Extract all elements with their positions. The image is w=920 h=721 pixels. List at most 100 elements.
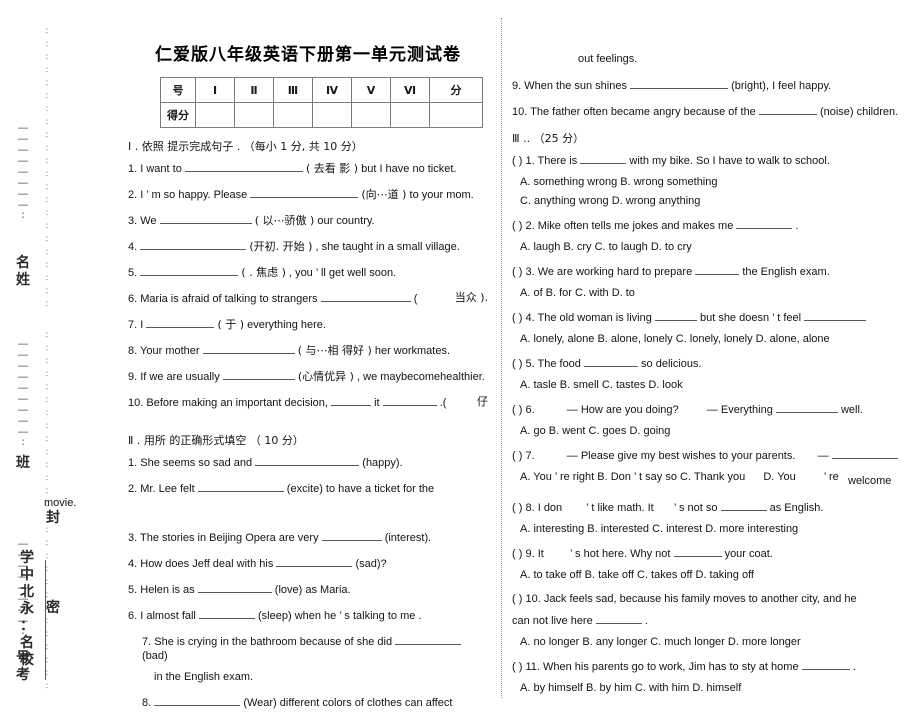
s2q8-num: 8.: [142, 697, 152, 709]
q7-blank[interactable]: [146, 317, 215, 328]
s3q5-stem-a: The food: [537, 358, 581, 370]
section-1-question-6: 当众 ). 6. Maria is afraid of talking to s…: [128, 291, 488, 306]
s3q1-blank[interactable]: [580, 153, 627, 164]
s3q1-marker[interactable]: ( ): [512, 155, 522, 167]
s3q5-blank[interactable]: [583, 356, 638, 367]
q3-blank[interactable]: [159, 213, 252, 224]
s3q3-blank[interactable]: [695, 264, 740, 275]
q3-num: 3.: [128, 215, 138, 227]
score-cell-3[interactable]: [273, 102, 313, 128]
s3q11-marker[interactable]: ( ): [512, 661, 522, 673]
q10-num: 10.: [128, 397, 144, 409]
section-2-question-7-cont: in the English exam.: [128, 670, 488, 684]
exam-page: ∶ ∶ ∶ ∶ ∶ ∶ ∶ ∶ ∶ ∶ ∶ ∶ ∶ ∶ ∶ ∶ ∶ ∶ ∶ ∶ ∶ ∶ — — — — — — — — ∶ 名 姓 — — —…: [0, 0, 920, 715]
s3q3-marker[interactable]: ( ): [512, 266, 522, 278]
s3q4-options-line-1[interactable]: A. lonely, alone B. alone, lonely C. lon…: [520, 332, 916, 346]
score-cell-5[interactable]: [351, 102, 391, 128]
s3q2-stem-a: Mike often tells me jokes and makes me: [537, 220, 734, 232]
section-3-question-11: ( ) 11. When his parents go to work, Jim…: [512, 659, 916, 674]
score-cell-4[interactable]: [312, 102, 352, 128]
score-cell-total[interactable]: [429, 102, 483, 128]
s2q1-blank[interactable]: [255, 455, 360, 466]
s3q6-blank[interactable]: [775, 402, 838, 413]
s3q7-options-line-1[interactable]: A. You ’ re right B. Don ’ t say so C. T…: [520, 471, 745, 483]
s3q5-marker[interactable]: ( ): [512, 358, 522, 370]
s3q1-options-line-1[interactable]: A. something wrong B. wrong something: [520, 175, 916, 189]
q9-text-b: , we maybecomehealthier.: [357, 371, 485, 383]
s3q11-blank[interactable]: [801, 659, 850, 670]
s3q8-blank[interactable]: [720, 500, 767, 511]
section-1-question-7: 7. I ( 于 ) everything here.: [128, 317, 488, 332]
s2q9-blank[interactable]: [630, 78, 729, 89]
q5-blank[interactable]: [140, 265, 239, 276]
s3q2-blank[interactable]: [736, 218, 793, 229]
s3q7-answer-fragment: ’ re: [824, 471, 839, 484]
s3q4-stem-b: but she doesn: [699, 312, 770, 324]
score-cell-1[interactable]: [195, 102, 235, 128]
section-2-question-6: 6. I almost fall (sleep) when he ’ s tal…: [128, 608, 488, 623]
s2q4-blank[interactable]: [276, 556, 353, 567]
q8-blank[interactable]: [202, 343, 295, 354]
s2q10-blank[interactable]: [758, 104, 817, 115]
section-1-question-5: 5. ( . 焦虑 ) , you ’ ll get well soon.: [128, 265, 488, 280]
s3q9-marker[interactable]: ( ): [512, 548, 522, 560]
s3q10-stem-a: Jack feels sad, because his family moves…: [543, 593, 857, 605]
s3q10-marker[interactable]: ( ): [512, 593, 522, 605]
section-3-question-4: ( ) 4. The old woman is living but she d…: [512, 310, 916, 325]
s3q4-stem-c: ’ t feel: [772, 312, 802, 324]
s3q11-options-line-1[interactable]: A. by himself B. by him C. with him D. h…: [520, 681, 916, 695]
q9-blank[interactable]: [222, 369, 295, 380]
q2-hint: (向⋯道 ): [361, 188, 407, 201]
s3q3-options-line-1[interactable]: A. of B. for C. with D. to: [520, 286, 916, 300]
s3q6-options-line-1[interactable]: A. go B. went C. goes D. going: [520, 424, 916, 438]
s3q4-marker[interactable]: ( ): [512, 312, 522, 324]
s2q8-text-c: out feelings.: [578, 53, 638, 65]
s3q10-options-line-1[interactable]: A. no longer B. any longer C. much longe…: [520, 635, 916, 649]
s3q7-marker[interactable]: ( ): [512, 450, 522, 462]
s2q9-text-b: (bright), I feel happy.: [731, 80, 832, 92]
s3q2-options-line-1[interactable]: A. laugh B. cry C. to laugh D. to cry: [520, 240, 916, 254]
q1-text-a: I want to: [140, 163, 182, 175]
section-2-question-7: 7. She is crying in the bathroom because…: [128, 634, 488, 663]
q1-blank[interactable]: [184, 161, 303, 172]
s2q3-blank[interactable]: [321, 530, 382, 541]
s2q5-text-a: Helen is as: [140, 584, 195, 596]
section-2-question-4: 4. How does Jeff deal with his (sad)?: [128, 556, 488, 571]
s2q6-blank[interactable]: [198, 608, 255, 619]
s3q7-blank[interactable]: [831, 448, 898, 459]
score-cell-2[interactable]: [234, 102, 274, 128]
s3q7-stem-a: — Please give my best wishes to your par…: [566, 450, 796, 462]
s2q10-num: 10.: [512, 106, 528, 118]
q10-blank-2[interactable]: [382, 395, 437, 406]
s3q4-blank-2[interactable]: [804, 310, 867, 321]
s2q5-blank[interactable]: [197, 582, 272, 593]
s2q2-blank[interactable]: [197, 481, 284, 492]
section-2-question-9: 9. When the sun shines (bright), I feel …: [512, 78, 916, 93]
q4-num: 4.: [128, 241, 138, 253]
section-3-question-1: ( ) 1. There is with my bike. So I have …: [512, 153, 916, 168]
s3q9-options-line-1[interactable]: A. to take off B. take off C. takes off …: [520, 568, 916, 582]
s3q2-marker[interactable]: ( ): [512, 220, 522, 232]
s3q6-marker[interactable]: ( ): [512, 404, 522, 416]
s3q5-options-line-1[interactable]: A. tasle B. smell C. tastes D. look: [520, 378, 916, 392]
section-2-question-5: 5. Helen is as (love) as Maria.: [128, 582, 488, 597]
s2q8-blank[interactable]: [154, 695, 241, 706]
q2-text-b: to your mom.: [409, 189, 474, 201]
score-cell-6[interactable]: [390, 102, 430, 128]
q6-blank[interactable]: [320, 291, 411, 302]
s3q9-blank[interactable]: [673, 546, 722, 557]
s3q4-blank-1[interactable]: [654, 310, 697, 321]
s3q10-num: 10.: [525, 593, 541, 605]
s2q7-blank[interactable]: [395, 634, 462, 645]
s3q7-options-line-2[interactable]: D. You: [763, 471, 795, 483]
q5-hint: ( . 焦虑 ): [241, 266, 286, 279]
score-table: 号 Ⅰ Ⅱ Ⅲ Ⅳ Ⅴ Ⅵ 分 得分: [160, 77, 483, 128]
s3q10-blank[interactable]: [595, 613, 642, 624]
s3q8-marker[interactable]: ( ): [512, 502, 522, 514]
q2-blank[interactable]: [250, 187, 359, 198]
s3q1-options-line-2[interactable]: C. anything wrong D. wrong anything: [520, 194, 916, 208]
s3q8-options-line-1[interactable]: A. interesting B. interested C. interest…: [520, 522, 916, 536]
q4-blank[interactable]: [140, 239, 247, 250]
q2-text-a: I ’ m so happy. Please: [140, 189, 248, 201]
q10-blank-1[interactable]: [331, 395, 372, 406]
